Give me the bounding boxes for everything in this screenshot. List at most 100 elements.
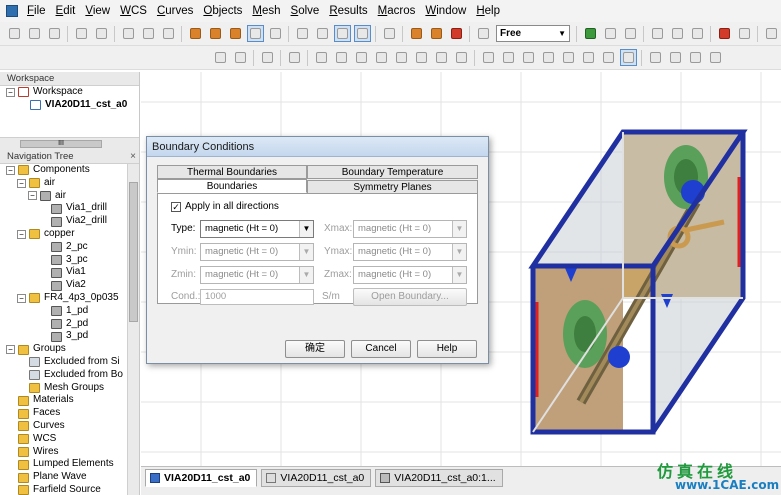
measure-icon[interactable] xyxy=(649,25,666,42)
menu-solve[interactable]: Solve xyxy=(286,5,325,17)
menu-wcs[interactable]: WCS xyxy=(115,5,152,17)
boolean-subtract-icon[interactable] xyxy=(333,49,350,66)
ok-button[interactable]: 确定 xyxy=(285,340,345,358)
cut-icon[interactable] xyxy=(120,25,137,42)
menu-help[interactable]: Help xyxy=(471,5,505,17)
navtree-lumped-elements[interactable]: Lumped Elements xyxy=(0,458,139,471)
navtree-materials[interactable]: Materials xyxy=(0,394,139,407)
move-view-icon[interactable] xyxy=(227,25,244,42)
zmax-select[interactable]: magnetic (Ht = 0) ▼ xyxy=(353,266,467,284)
menu-file[interactable]: File xyxy=(22,5,51,17)
apply-all-checkbox[interactable]: ✓ xyxy=(171,202,181,212)
collapse-icon[interactable]: − xyxy=(28,191,37,201)
navtree-wcs[interactable]: WCS xyxy=(0,433,139,446)
collapse-icon[interactable]: − xyxy=(6,87,15,97)
boolean-add-icon[interactable] xyxy=(313,49,330,66)
navtree-via2-drill[interactable]: Via2_drill xyxy=(0,215,139,228)
paste-icon[interactable] xyxy=(160,25,177,42)
view-left-icon[interactable] xyxy=(520,49,537,66)
workspace-hscrollbar[interactable]: III xyxy=(0,137,139,150)
mesh-view-icon[interactable] xyxy=(582,25,599,42)
navtree-fr4-folder[interactable]: − FR4_4p3_0p035 xyxy=(0,292,139,305)
pick-edge-icon[interactable] xyxy=(428,25,445,42)
navtree-farfield-source[interactable]: Farfield Source xyxy=(0,484,139,495)
collapse-icon[interactable]: − xyxy=(6,345,15,355)
navtree-curves[interactable]: Curves xyxy=(0,420,139,433)
xmax-select[interactable]: magnetic (Ht = 0) ▼ xyxy=(353,220,467,238)
doc-tab-3[interactable]: VIA20D11_cst_a0:1... xyxy=(375,469,503,487)
view-option-3-icon[interactable] xyxy=(687,49,704,66)
doc-tab-1[interactable]: VIA20D11_cst_a0 xyxy=(145,469,258,487)
navtree-2-pd[interactable]: 2_pd xyxy=(0,318,139,331)
new-file-icon[interactable] xyxy=(6,25,23,42)
navtree-wires[interactable]: Wires xyxy=(0,446,139,459)
shape-icon[interactable] xyxy=(286,49,303,66)
loft-icon[interactable] xyxy=(453,49,470,66)
tab-symmetry-planes[interactable]: Symmetry Planes xyxy=(307,180,478,194)
navtree-scroll-thumb[interactable] xyxy=(129,182,138,322)
navtree-via1-drill[interactable]: Via1_drill xyxy=(0,202,139,215)
navtree-mesh-groups[interactable]: Mesh Groups xyxy=(0,382,139,395)
mode-select[interactable]: Free ▼ xyxy=(496,25,570,42)
xmin-type-select[interactable]: magnetic (Ht = 0) ▼ xyxy=(200,220,314,238)
navtree-excluded-si[interactable]: Excluded from Si xyxy=(0,356,139,369)
collapse-icon[interactable]: − xyxy=(17,178,26,188)
navtree-groups[interactable]: − Groups xyxy=(0,343,139,356)
print-icon[interactable] xyxy=(73,25,90,42)
align-icon[interactable] xyxy=(212,49,229,66)
menu-results[interactable]: Results xyxy=(324,5,372,17)
view-iso-icon[interactable] xyxy=(600,49,617,66)
view-option-1-icon[interactable] xyxy=(647,49,664,66)
copy-icon[interactable] xyxy=(140,25,157,42)
boolean-insert-icon[interactable] xyxy=(373,49,390,66)
tab-boundary-temperature[interactable]: Boundary Temperature xyxy=(307,165,478,179)
view-option-2-icon[interactable] xyxy=(667,49,684,66)
view-perspective-icon[interactable] xyxy=(619,49,637,66)
pick-point-icon[interactable] xyxy=(408,25,425,42)
navtree-1-pd[interactable]: 1_pd xyxy=(0,305,139,318)
zmin-select[interactable]: magnetic (Ht = 0) ▼ xyxy=(200,266,314,284)
tab-thermal-boundaries[interactable]: Thermal Boundaries xyxy=(157,165,307,179)
navtree-2-pc[interactable]: 2_pc xyxy=(0,241,139,254)
navtree-excluded-bo[interactable]: Excluded from Bo xyxy=(0,369,139,382)
menu-macros[interactable]: Macros xyxy=(373,5,421,17)
boolean-intersect-icon[interactable] xyxy=(353,49,370,66)
view-top-icon[interactable] xyxy=(560,49,577,66)
cancel-button[interactable]: Cancel xyxy=(351,340,411,358)
close-icon[interactable]: × xyxy=(130,151,136,162)
undo-icon[interactable] xyxy=(93,25,110,42)
zoom-icon[interactable] xyxy=(246,25,264,42)
view-option-4-icon[interactable] xyxy=(707,49,724,66)
clip-icon[interactable] xyxy=(669,25,686,42)
navtree-3-pd[interactable]: 3_pd xyxy=(0,330,139,343)
reset-view-icon[interactable] xyxy=(294,25,311,42)
view-bottom-icon[interactable] xyxy=(580,49,597,66)
extrude-icon[interactable] xyxy=(259,49,276,66)
view-right-icon[interactable] xyxy=(540,49,557,66)
collapse-icon[interactable]: − xyxy=(17,229,26,239)
navtree-via2[interactable]: Via2 xyxy=(0,279,139,292)
ymax-select[interactable]: magnetic (Ht = 0) ▼ xyxy=(353,243,467,261)
conductivity-input[interactable]: 1000 xyxy=(200,289,314,305)
navtree-via1[interactable]: Via1 xyxy=(0,266,139,279)
select-mode-icon[interactable] xyxy=(333,25,351,42)
box-icon[interactable] xyxy=(689,25,706,42)
navtree-copper-folder[interactable]: − copper xyxy=(0,228,139,241)
navtree-components[interactable]: − Components xyxy=(0,164,139,177)
workspace-scroll-thumb[interactable]: III xyxy=(20,140,102,148)
pick-face-icon[interactable] xyxy=(448,25,465,42)
menu-edit[interactable]: Edit xyxy=(51,5,81,17)
zoom-box-icon[interactable] xyxy=(267,25,284,42)
navtree-faces[interactable]: Faces xyxy=(0,407,139,420)
wcs-align-icon[interactable] xyxy=(622,25,639,42)
tab-boundaries[interactable]: Boundaries xyxy=(157,179,307,193)
grid-icon[interactable] xyxy=(353,25,371,42)
blend-icon[interactable] xyxy=(393,49,410,66)
view-back-icon[interactable] xyxy=(500,49,517,66)
navtree-3-pc[interactable]: 3_pc xyxy=(0,254,139,267)
workspace-project[interactable]: VIA20D11_cst_a0 xyxy=(0,99,139,112)
view-front-icon[interactable] xyxy=(480,49,497,66)
draw-line-icon[interactable] xyxy=(736,25,753,42)
navtree-air-folder[interactable]: − air xyxy=(0,177,139,190)
menu-mesh[interactable]: Mesh xyxy=(247,5,285,17)
